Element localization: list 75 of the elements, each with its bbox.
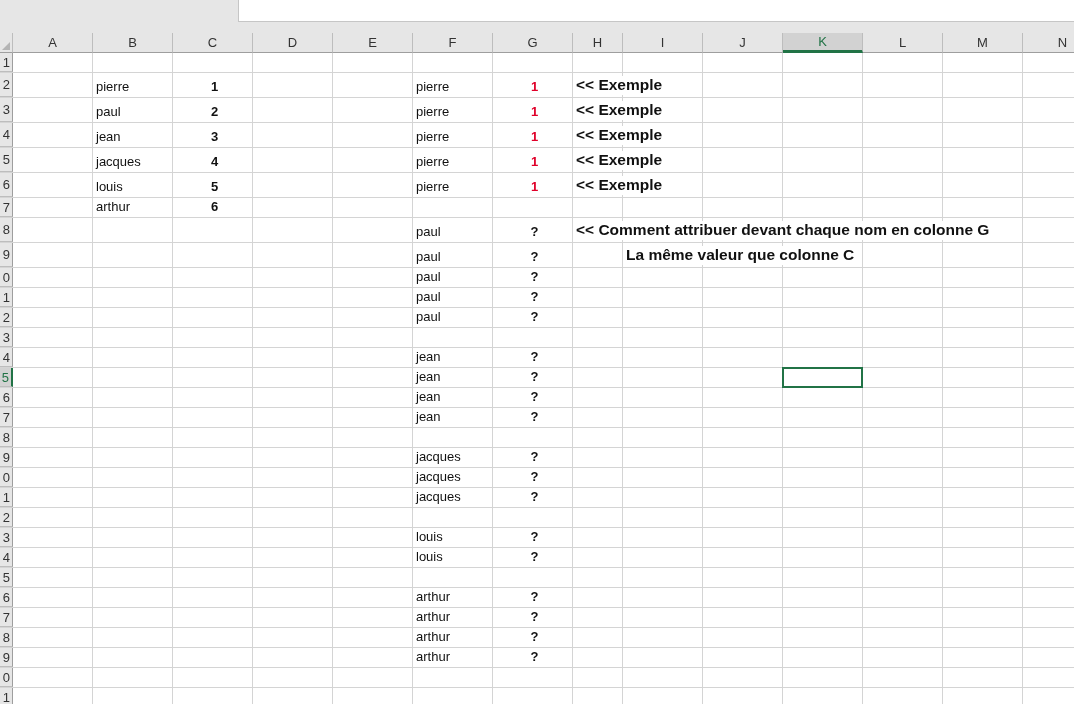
- column-header[interactable]: B: [93, 33, 173, 53]
- table-cell: pierre: [416, 104, 450, 120]
- formula-bar[interactable]: [238, 0, 1074, 22]
- row-header[interactable]: 7: [0, 198, 13, 217]
- column-header[interactable]: G: [493, 33, 573, 53]
- row-header[interactable]: 6: [0, 388, 13, 407]
- column-header[interactable]: H: [573, 33, 623, 53]
- row-header[interactable]: 4: [0, 548, 13, 567]
- table-cell: jean: [416, 349, 441, 365]
- row-header[interactable]: 3: [0, 328, 13, 347]
- row-header[interactable]: 9: [0, 648, 13, 667]
- row-header[interactable]: 5: [0, 148, 13, 172]
- row-header[interactable]: 3: [0, 98, 13, 122]
- row-header[interactable]: 6: [0, 588, 13, 607]
- column-header[interactable]: I: [623, 33, 703, 53]
- column-header[interactable]: K: [783, 33, 863, 53]
- row-header[interactable]: 2: [0, 508, 13, 527]
- note-text: << Exemple: [576, 101, 663, 120]
- column-header[interactable]: D: [253, 33, 333, 53]
- row-header[interactable]: 4: [0, 348, 13, 367]
- note-text: << Comment attribuer devant chaque nom en colonne G: [576, 221, 990, 240]
- table-cell: paul: [416, 269, 441, 285]
- table-cell: pierre: [416, 129, 450, 145]
- row-header[interactable]: 8: [0, 628, 13, 647]
- table-cell: paul: [416, 289, 441, 305]
- row-header[interactable]: 3: [0, 528, 13, 547]
- column-header[interactable]: F: [413, 33, 493, 53]
- row-header[interactable]: 1: [0, 53, 13, 72]
- row-header[interactable]: 0: [0, 468, 13, 487]
- note-text: << Exemple: [576, 126, 663, 145]
- row-header[interactable]: 6: [0, 173, 13, 197]
- table-cell: pierre: [416, 179, 450, 195]
- row-header[interactable]: 9: [0, 243, 13, 267]
- column-header[interactable]: M: [943, 33, 1023, 53]
- column-header[interactable]: E: [333, 33, 413, 53]
- note-text: La même valeur que colonne C: [626, 246, 855, 265]
- column-header[interactable]: J: [703, 33, 783, 53]
- table-cell: jean: [416, 389, 441, 405]
- column-header[interactable]: A: [13, 33, 93, 53]
- table-cell: pierre: [96, 79, 130, 95]
- row-header[interactable]: 9: [0, 448, 13, 467]
- row-header[interactable]: 5: [0, 368, 13, 387]
- row-header[interactable]: 0: [0, 668, 13, 687]
- table-cell: paul: [416, 224, 441, 240]
- row-header[interactable]: 4: [0, 123, 13, 147]
- row-header[interactable]: 1: [0, 288, 13, 307]
- table-cell: jacques: [416, 469, 461, 485]
- table-cell: jean: [416, 369, 441, 385]
- row-header[interactable]: 8: [0, 218, 13, 242]
- table-cell: paul: [416, 249, 441, 265]
- row-header[interactable]: 2: [0, 73, 13, 97]
- table-cell: jean: [96, 129, 121, 145]
- triangle-icon[interactable]: [2, 42, 10, 50]
- table-cell: pierre: [416, 154, 450, 170]
- table-cell: pierre: [416, 79, 450, 95]
- row-header[interactable]: 0: [0, 268, 13, 287]
- table-cell: jacques: [96, 154, 141, 170]
- row-header[interactable]: 7: [0, 408, 13, 427]
- row-header[interactable]: 7: [0, 608, 13, 627]
- row-header[interactable]: 1: [0, 488, 13, 507]
- note-text: << Exemple: [576, 176, 663, 195]
- note-text: << Exemple: [576, 76, 663, 95]
- cell-cursor[interactable]: [782, 367, 863, 388]
- column-header[interactable]: L: [863, 33, 943, 53]
- row-header[interactable]: 1: [0, 688, 13, 704]
- column-header[interactable]: C: [173, 33, 253, 53]
- note-text: << Exemple: [576, 151, 663, 170]
- table-cell: jacques: [416, 489, 461, 505]
- row-header[interactable]: 5: [0, 568, 13, 587]
- table-cell: paul: [96, 104, 121, 120]
- row-header[interactable]: 8: [0, 428, 13, 447]
- table-cell: jean: [416, 409, 441, 425]
- row-header[interactable]: 2: [0, 308, 13, 327]
- table-cell: jacques: [416, 449, 461, 465]
- table-cell: paul: [416, 309, 441, 325]
